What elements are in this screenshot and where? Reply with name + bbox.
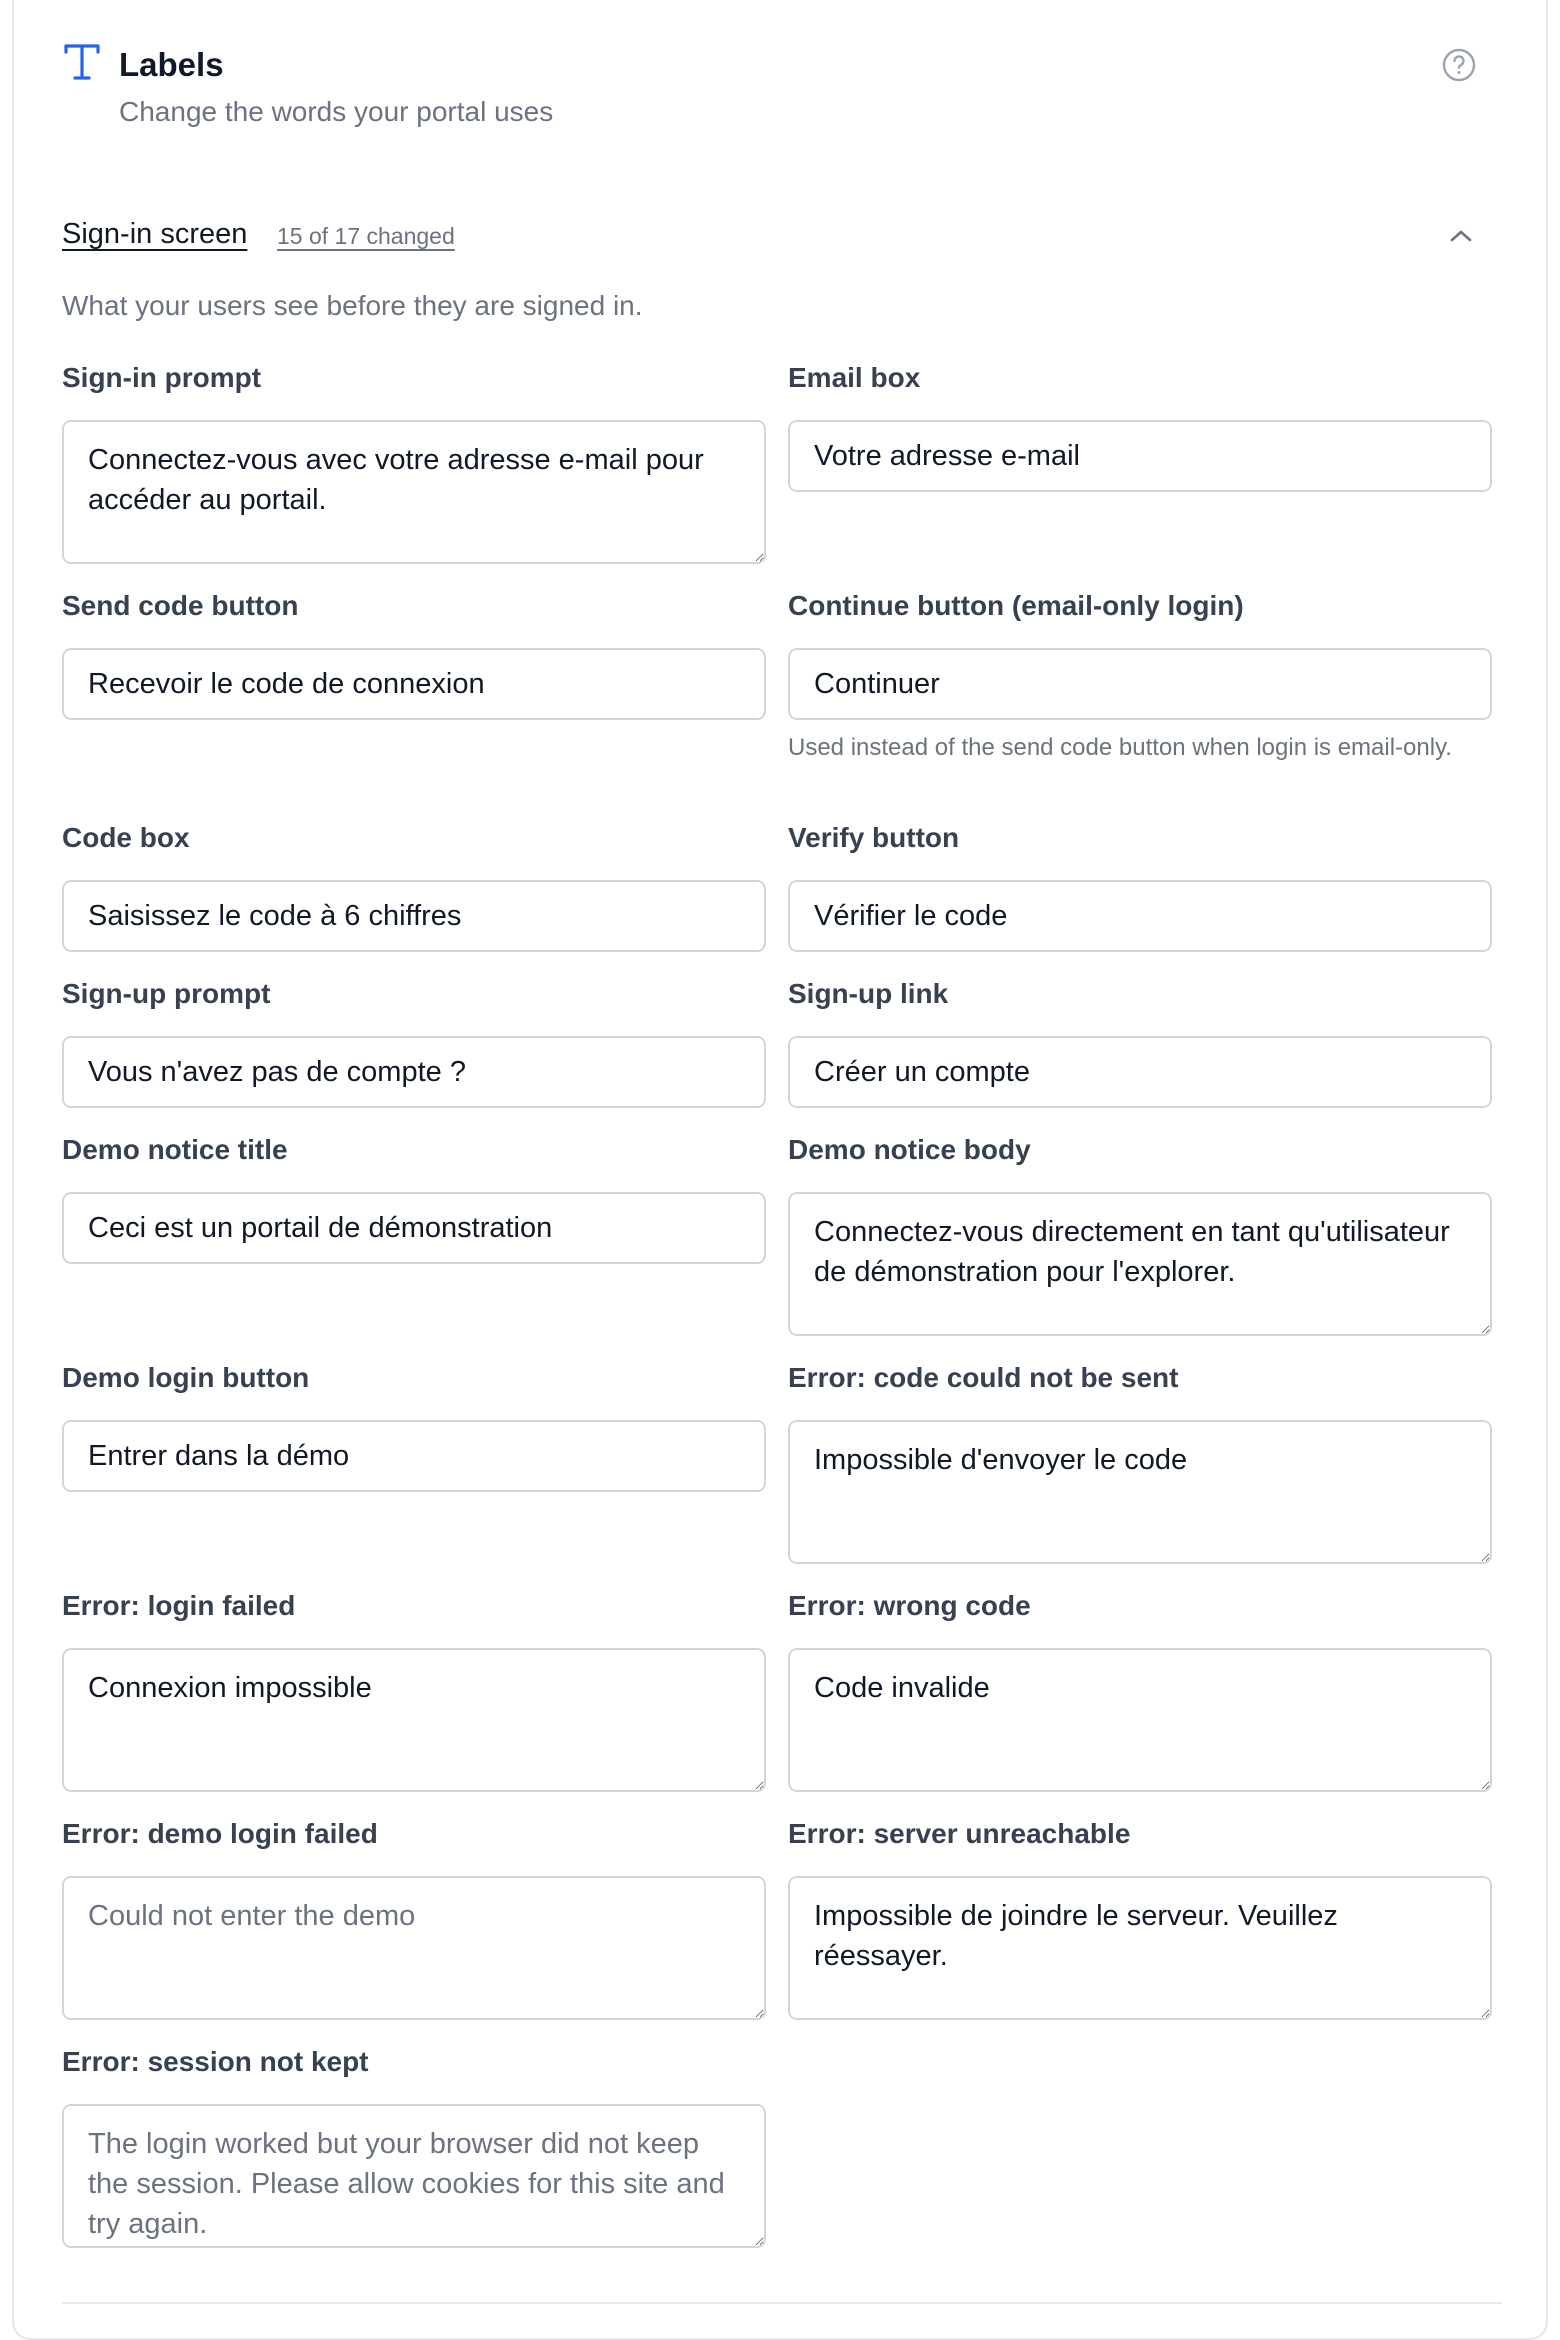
send-code-button-input[interactable] — [62, 648, 766, 720]
demo-notice-body-textarea[interactable]: Connectez-vous directement en tant qu'ut… — [788, 1192, 1492, 1336]
changed-count-link[interactable]: 15 of 17 changed — [277, 223, 455, 250]
field-error-server-unreachable: Error: server unreachable Impossible de … — [788, 1817, 1492, 2020]
field-label: Demo login button — [62, 1362, 310, 1393]
field-label: Sign-in prompt — [62, 362, 262, 393]
section-divider — [62, 2302, 1502, 2304]
field-label: Sign-up prompt — [62, 978, 271, 1009]
error-demo-login-failed-textarea[interactable] — [62, 1876, 766, 2020]
field-label: Demo notice body — [788, 1134, 1031, 1165]
field-label: Demo notice title — [62, 1134, 288, 1165]
error-login-failed-textarea[interactable]: Connexion impossible — [62, 1648, 766, 1792]
demo-login-button-input[interactable] — [62, 1420, 766, 1492]
text-type-icon — [64, 44, 100, 80]
chevron-up-icon[interactable] — [1448, 225, 1474, 247]
error-code-not-sent-textarea[interactable]: Impossible d'envoyer le code — [788, 1420, 1492, 1564]
help-circle-icon[interactable] — [1441, 47, 1477, 83]
field-label: Error: session not kept — [62, 2046, 369, 2077]
field-label: Continue button (email-only login) — [788, 590, 1244, 621]
section-title[interactable]: Sign-in screen — [62, 218, 247, 251]
field-email-box: Email box — [788, 361, 1492, 492]
field-label: Verify button — [788, 822, 960, 853]
field-continue-button: Continue button (email-only login) Used … — [788, 589, 1492, 764]
demo-notice-title-input[interactable] — [62, 1192, 766, 1264]
field-verify-button: Verify button — [788, 821, 1492, 952]
continue-button-input[interactable] — [788, 648, 1492, 720]
field-label: Error: code could not be sent — [788, 1362, 1179, 1393]
field-demo-login-button: Demo login button — [62, 1361, 766, 1492]
field-label: Error: demo login failed — [62, 1818, 378, 1849]
verify-button-input[interactable] — [788, 880, 1492, 952]
field-label: Send code button — [62, 590, 299, 621]
sign-up-prompt-input[interactable] — [62, 1036, 766, 1108]
section-description: What your users see before they are sign… — [62, 290, 643, 321]
field-label: Error: login failed — [62, 1590, 296, 1621]
field-error-wrong-code: Error: wrong code Code invalide — [788, 1589, 1492, 1792]
field-hint: Used instead of the send code button whe… — [788, 734, 1452, 761]
field-label: Error: wrong code — [788, 1590, 1031, 1621]
field-label: Sign-up link — [788, 978, 949, 1009]
field-demo-notice-title: Demo notice title — [62, 1133, 766, 1264]
field-demo-notice-body: Demo notice body Connectez-vous directem… — [788, 1133, 1492, 1336]
sign-up-link-input[interactable] — [788, 1036, 1492, 1108]
field-error-login-failed: Error: login failed Connexion impossible — [62, 1589, 766, 1792]
field-send-code-button: Send code button — [62, 589, 766, 720]
field-label: Code box — [62, 822, 190, 853]
field-sign-in-prompt: Sign-in prompt Connectez-vous avec votre… — [62, 361, 766, 564]
field-label: Email box — [788, 362, 921, 393]
field-code-box: Code box — [62, 821, 766, 952]
page-subtitle: Change the words your portal uses — [119, 96, 554, 127]
error-server-unreachable-textarea[interactable]: Impossible de joindre le serveur. Veuill… — [788, 1876, 1492, 2020]
labels-header: Labels Change the words your portal uses — [62, 40, 1502, 140]
error-session-not-kept-textarea[interactable] — [62, 2104, 766, 2248]
code-box-input[interactable] — [62, 880, 766, 952]
field-sign-up-link: Sign-up link — [788, 977, 1492, 1108]
error-wrong-code-textarea[interactable]: Code invalide — [788, 1648, 1492, 1792]
field-label: Error: server unreachable — [788, 1818, 1131, 1849]
field-sign-up-prompt: Sign-up prompt — [62, 977, 766, 1108]
field-error-session-not-kept: Error: session not kept — [62, 2045, 766, 2248]
field-error-code-not-sent: Error: code could not be sent Impossible… — [788, 1361, 1492, 1564]
section-header-sign-in[interactable]: Sign-in screen 15 of 17 changed — [62, 212, 1502, 260]
sign-in-prompt-textarea[interactable]: Connectez-vous avec votre adresse e-mail… — [62, 420, 766, 564]
email-box-input[interactable] — [788, 420, 1492, 492]
page-title: Labels — [119, 46, 224, 83]
field-error-demo-login-failed: Error: demo login failed — [62, 1817, 766, 2020]
